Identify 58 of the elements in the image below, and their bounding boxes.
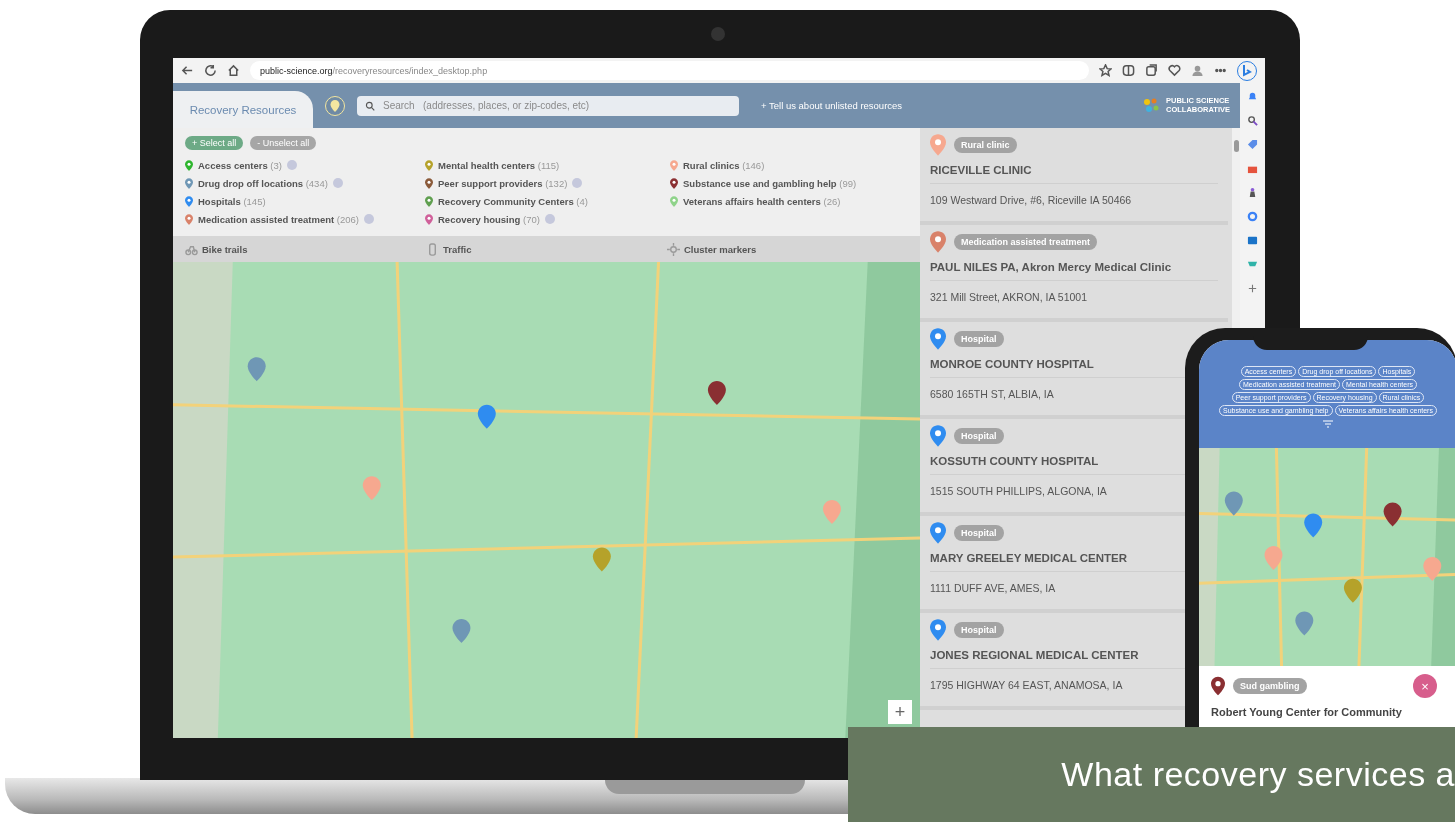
heart-icon[interactable] bbox=[1168, 64, 1181, 77]
category-label[interactable]: Rural clinics (146) bbox=[683, 159, 765, 171]
banner-heading: What recovery services a bbox=[1061, 755, 1455, 794]
result-title: Robert Young Center for Community bbox=[1211, 706, 1403, 718]
bell-icon[interactable] bbox=[1247, 91, 1258, 102]
zoom-in-button[interactable]: + bbox=[888, 700, 912, 724]
ring-icon[interactable] bbox=[1247, 211, 1258, 222]
home-icon[interactable] bbox=[227, 64, 240, 77]
category-label[interactable]: Hospitals (145) bbox=[198, 195, 266, 207]
filter-icon[interactable] bbox=[1323, 420, 1333, 428]
result-title: PAUL NILES PA, Akron Mercy Medical Clinic bbox=[930, 261, 1218, 281]
result-address: 321 Mill Street, AKRON, IA 51001 bbox=[930, 291, 1088, 303]
map-option[interactable]: Bike trails bbox=[202, 243, 248, 255]
plus-icon[interactable] bbox=[1247, 283, 1258, 294]
category-badge: Hospital bbox=[954, 331, 1004, 347]
app-tab[interactable]: Recovery Resources bbox=[173, 91, 313, 128]
category-label[interactable]: Drug drop off locations (434) bbox=[198, 177, 328, 189]
split-screen-icon[interactable] bbox=[1122, 64, 1135, 77]
webcam bbox=[711, 27, 725, 41]
map-option[interactable]: Cluster markers bbox=[684, 243, 757, 255]
result-address: 1515 SOUTH PHILLIPS, ALGONA, IA bbox=[930, 485, 1108, 497]
result-address: 1111 DUFF AVE, AMES, IA bbox=[930, 582, 1057, 594]
result-address: 6580 165TH ST, ALBIA, IA bbox=[930, 388, 1055, 400]
unlisted-resources-link[interactable]: + Tell us about unlisted resources bbox=[761, 100, 903, 111]
close-button[interactable]: × bbox=[1413, 674, 1437, 698]
cluster-icon bbox=[667, 242, 680, 256]
reload-icon[interactable] bbox=[204, 64, 217, 77]
search-field[interactable]: Search (addresses, places, or zip-codes, etc) bbox=[357, 95, 739, 116]
pin-icon bbox=[330, 99, 340, 112]
star-icon[interactable] bbox=[1099, 64, 1112, 77]
category-label[interactable]: Medication assisted treatment (206) bbox=[198, 213, 360, 225]
category-label[interactable]: Mental health centers (115) bbox=[438, 159, 560, 171]
result-address: 109 Westward Drive, #6, Riceville IA 50466 bbox=[930, 194, 1133, 206]
back-icon[interactable] bbox=[181, 64, 194, 77]
category-label[interactable]: Recovery Community Centers (4) bbox=[438, 195, 588, 207]
result-address: 1795 HIGHWAY 64 EAST, ANAMOSA, IA bbox=[930, 679, 1124, 691]
tag-icon[interactable] bbox=[1247, 139, 1258, 150]
search-icon[interactable] bbox=[1247, 115, 1258, 126]
category-badge: Hospital bbox=[954, 525, 1004, 541]
category-badge: Hospital bbox=[954, 622, 1004, 638]
search-icon bbox=[365, 100, 375, 111]
address-bar[interactable]: public-science.org/recoveryresources/index_desktop.php bbox=[250, 61, 1089, 80]
locate-button[interactable] bbox=[325, 95, 345, 116]
select-all-button[interactable]: + Select all bbox=[185, 136, 244, 150]
category-badge: Hospital bbox=[954, 428, 1004, 444]
result-title: RICEVILLE CLINIC bbox=[930, 164, 1218, 184]
category-badge: Medication assisted treatment bbox=[954, 234, 1098, 250]
profile-icon[interactable] bbox=[1191, 64, 1204, 77]
collections-icon[interactable] bbox=[1145, 64, 1158, 77]
category-label[interactable]: Veterans affairs health centers (26) bbox=[683, 195, 841, 207]
category-badge: Rural clinic bbox=[954, 137, 1017, 153]
category-label[interactable]: Peer support providers (132) bbox=[438, 177, 568, 189]
category-label[interactable]: Substance use and gambling help (99) bbox=[683, 177, 857, 189]
map-option[interactable]: Traffic bbox=[443, 243, 472, 255]
category-label[interactable]: Access centers (3) bbox=[198, 159, 282, 171]
category-badge: Sud gambling bbox=[1233, 678, 1307, 694]
traffic-light-icon bbox=[426, 242, 439, 256]
category-label[interactable]: Recovery housing (70) bbox=[438, 213, 540, 225]
